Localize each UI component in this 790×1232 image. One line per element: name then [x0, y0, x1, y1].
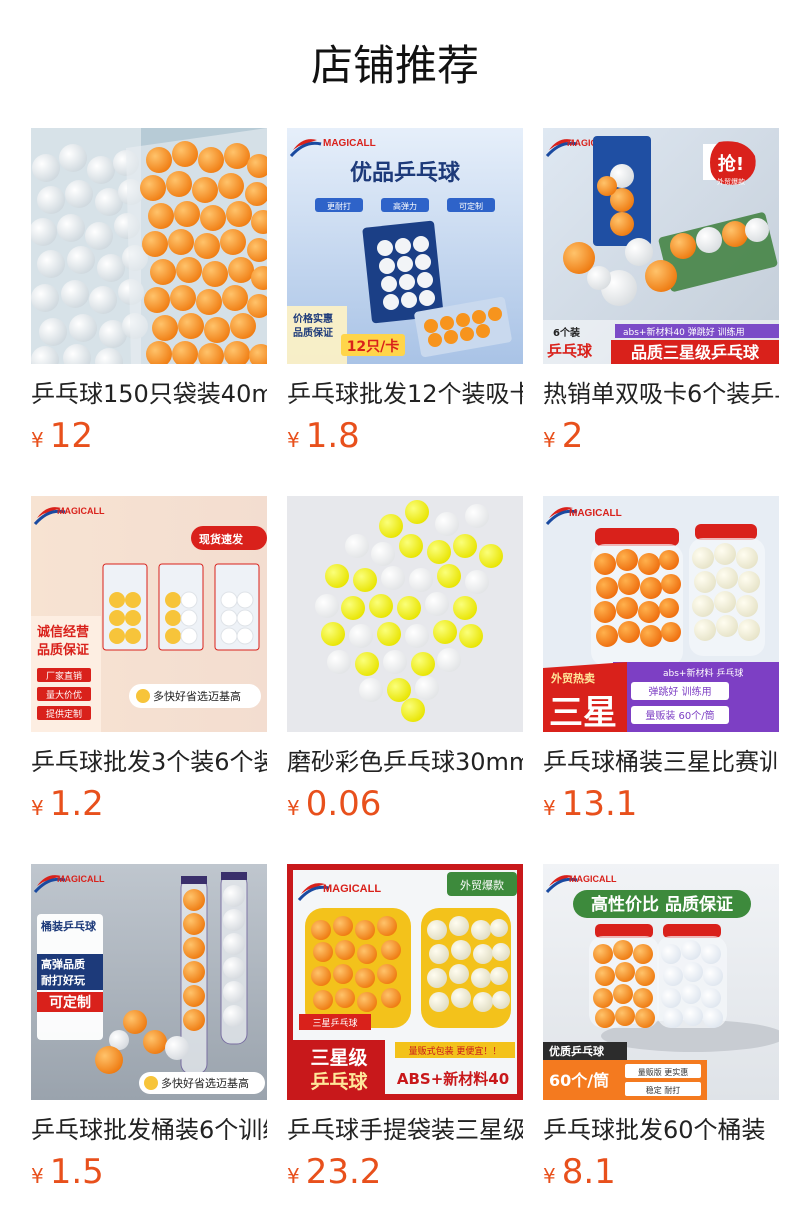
price-value: 1.8 [305, 416, 360, 456]
product-name[interactable]: 磨砂彩色乒乓球30mm [287, 744, 523, 780]
svg-text:MAGICALL: MAGICALL [323, 883, 381, 895]
price-value: 13.1 [561, 784, 638, 824]
svg-text:三星级: 三星级 [310, 1046, 367, 1069]
svg-text:价格实惠: 价格实惠 [293, 312, 333, 325]
product-image[interactable] [287, 496, 523, 732]
svg-text:稳定 耐打: 稳定 耐打 [646, 1085, 681, 1095]
product-name[interactable]: 乒乓球批发60个桶装 [543, 1112, 779, 1148]
currency-symbol: ¥ [31, 428, 44, 452]
svg-text:60个/筒: 60个/筒 [549, 1071, 609, 1090]
svg-text:MAGICALL: MAGICALL [569, 508, 622, 519]
product-name[interactable]: 乒乓球150只袋装40mm [31, 376, 267, 412]
svg-text:抢!: 抢! [718, 153, 744, 175]
price-value: 8.1 [561, 1152, 616, 1192]
price-value: 0.06 [305, 784, 382, 824]
svg-text:优品乒乓球: 优品乒乓球 [350, 160, 461, 186]
svg-text:品质保证: 品质保证 [37, 642, 89, 658]
product-image[interactable]: MAGICALL 高性价比 品质保证 优质乒乓球 60个/筒 量贩版 更实惠 稳… [543, 864, 779, 1100]
svg-text:三星: 三星 [549, 693, 617, 732]
product-image[interactable]: MAGICALL 现货速发 诚信经营 品质保证 厂家直销 量大价优 提供定制 多… [31, 496, 267, 732]
svg-text:abs+新材料40 弹跳好 训练用: abs+新材料40 弹跳好 训练用 [623, 326, 745, 338]
product-price: ¥0.06 [287, 782, 381, 826]
svg-text:提供定制: 提供定制 [46, 708, 82, 720]
svg-text:6个装: 6个装 [553, 326, 580, 339]
svg-text:多快好省选迈基高: 多快好省选迈基高 [161, 1076, 249, 1090]
product-name[interactable]: 乒乓球手提袋装三星级 [287, 1112, 523, 1148]
product-image[interactable]: MAGICALL 优品乒乓球 更耐打 高弹力 可定制 价格实惠 品质保证 12只… [287, 128, 523, 364]
currency-symbol: ¥ [287, 1164, 300, 1188]
product-name[interactable]: 乒乓球批发3个装6个装 [31, 744, 267, 780]
svg-text:三星乒乓球: 三星乒乓球 [312, 1017, 357, 1029]
product-price: ¥8.1 [543, 1150, 616, 1194]
svg-text:12只/卡: 12只/卡 [347, 338, 400, 355]
product-name[interactable]: 乒乓球批发12个装吸卡 [287, 376, 523, 412]
svg-text:高弹品质: 高弹品质 [41, 957, 85, 971]
currency-symbol: ¥ [31, 796, 44, 820]
svg-text:品质保证: 品质保证 [293, 326, 333, 339]
product-price: ¥2 [543, 414, 583, 458]
product-price: ¥1.8 [287, 414, 360, 458]
svg-text:乒乓球: 乒乓球 [310, 1070, 368, 1093]
svg-text:abs+新材料 乒乓球: abs+新材料 乒乓球 [663, 667, 743, 679]
currency-symbol: ¥ [543, 1164, 556, 1188]
svg-text:外贸热卖: 外贸热卖 [550, 671, 595, 685]
svg-text:更耐打: 更耐打 [327, 201, 351, 211]
svg-text:MAGICALL: MAGICALL [569, 874, 617, 884]
currency-symbol: ¥ [543, 428, 556, 452]
product-price: ¥12 [31, 414, 93, 458]
svg-text:现货速发: 现货速发 [199, 532, 244, 546]
price-value: 23.2 [305, 1152, 382, 1192]
currency-symbol: ¥ [287, 796, 300, 820]
svg-text:量贩装 60个/筒: 量贩装 60个/筒 [645, 709, 714, 722]
product-name[interactable]: 乒乓球批发桶装6个训练 [31, 1112, 267, 1148]
svg-text:耐打好玩: 耐打好玩 [41, 973, 85, 987]
svg-text:多快好省选迈基高: 多快好省选迈基高 [153, 689, 241, 703]
svg-text:可定制: 可定制 [459, 201, 483, 211]
svg-text:弹跳好 训练用: 弹跳好 训练用 [648, 685, 711, 698]
product-image[interactable] [31, 128, 267, 364]
price-value: 1.2 [49, 784, 104, 824]
svg-text:桶装乒乓球: 桶装乒乓球 [40, 919, 97, 933]
product-price: ¥13.1 [543, 782, 637, 826]
svg-text:量贩版 更实惠: 量贩版 更实惠 [638, 1067, 689, 1077]
product-price: ¥1.2 [31, 782, 104, 826]
price-value: 2 [561, 416, 584, 456]
svg-text:外贸爆款: 外贸爆款 [460, 878, 504, 892]
product-name[interactable]: 热销单双吸卡6个装乒乓球 [543, 376, 779, 412]
svg-text:可定制: 可定制 [49, 994, 91, 1011]
product-price: ¥23.2 [287, 1150, 381, 1194]
svg-text:品质三星级乒乓球: 品质三星级乒乓球 [631, 343, 760, 362]
product-image[interactable]: MAGICALL abs+新材料 乒乓球 弹跳好 训练用 量贩装 60个/筒 外… [543, 496, 779, 732]
svg-text:ABS+新材料40: ABS+新材料40 [397, 1070, 509, 1088]
product-image[interactable]: MAGICALL 外贸爆款 三星乒乓球 量贩式包装 更便宜！！ 三星级 乒乓球 … [287, 864, 523, 1100]
svg-text:厂家直销: 厂家直销 [46, 670, 82, 682]
page-title: 店铺推荐 [310, 41, 479, 90]
svg-text:高性价比 品质保证: 高性价比 品质保证 [591, 894, 733, 915]
price-value: 1.5 [49, 1152, 104, 1192]
svg-text:高弹力: 高弹力 [393, 201, 417, 211]
svg-text:优质乒乓球: 优质乒乓球 [549, 1044, 605, 1058]
svg-text:MAGICALL: MAGICALL [57, 874, 105, 884]
currency-symbol: ¥ [287, 428, 300, 452]
svg-text:量大价优: 量大价优 [46, 689, 82, 701]
svg-text:诚信经营: 诚信经营 [37, 624, 89, 640]
svg-text:MAGICALL: MAGICALL [323, 138, 376, 149]
product-name[interactable]: 乒乓球桶装三星比赛训练 [543, 744, 779, 780]
product-image[interactable]: MAGICALL 桶装乒乓球 高弹品质 耐打好玩 可定制 多快好省选迈基高 [31, 864, 267, 1100]
svg-text:MAGICALL: MAGICALL [57, 506, 105, 516]
currency-symbol: ¥ [31, 1164, 44, 1188]
svg-text:乒乓球: 乒乓球 [547, 342, 593, 360]
currency-symbol: ¥ [543, 796, 556, 820]
price-value: 12 [49, 416, 93, 456]
svg-text:量贩式包装 更便宜！！: 量贩式包装 更便宜！！ [409, 1045, 502, 1057]
product-price: ¥1.5 [31, 1150, 104, 1194]
svg-text:外贸爆款: 外贸爆款 [717, 177, 745, 186]
product-image[interactable]: MAGICALL 抢! 外贸爆款 abs+新材料40 弹跳好 训练用 品质三星级… [543, 128, 779, 364]
